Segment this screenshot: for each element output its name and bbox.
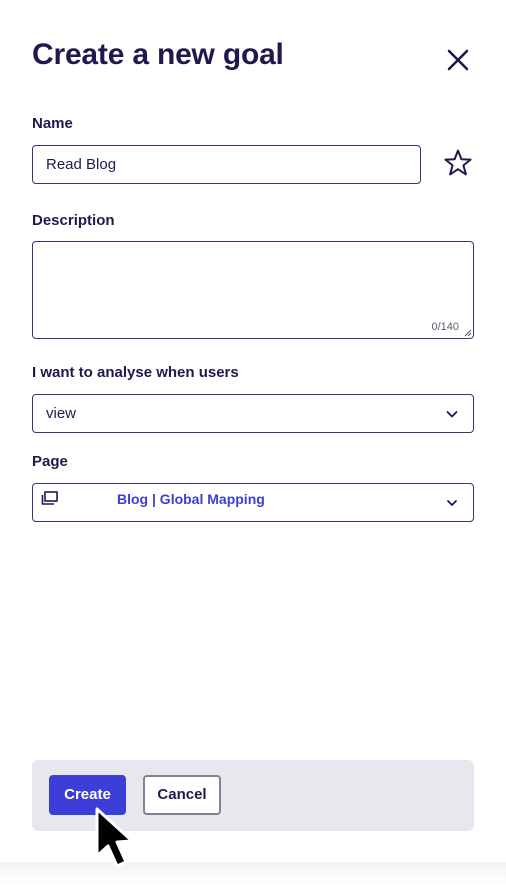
page-select[interactable]: Blog | Global Mapping bbox=[32, 483, 474, 522]
page-label: Page bbox=[32, 453, 68, 470]
page-copy-icon bbox=[41, 491, 58, 505]
star-icon bbox=[444, 149, 472, 176]
create-goal-panel: Create a new goal Name Read Blog Descrip… bbox=[0, 0, 506, 888]
analyse-label: I want to analyse when users bbox=[32, 364, 239, 381]
name-label: Name bbox=[32, 115, 73, 132]
favorite-button[interactable] bbox=[443, 148, 473, 178]
description-label: Description bbox=[32, 212, 115, 229]
page-value: Blog | Global Mapping bbox=[117, 491, 265, 507]
description-textarea[interactable]: 0/140 bbox=[32, 241, 474, 339]
cancel-button[interactable]: Cancel bbox=[143, 775, 221, 815]
dialog-title: Create a new goal bbox=[32, 38, 284, 71]
name-input[interactable]: Read Blog bbox=[32, 145, 421, 184]
chevron-down-icon bbox=[447, 500, 457, 506]
mouse-pointer-icon bbox=[95, 807, 134, 868]
event-type-select[interactable]: view bbox=[32, 394, 474, 433]
close-button[interactable] bbox=[444, 46, 472, 74]
chevron-down-icon bbox=[446, 411, 458, 418]
character-counter: 0/140 bbox=[431, 321, 459, 333]
panel-bottom-edge bbox=[0, 862, 506, 888]
resize-handle-icon[interactable] bbox=[463, 328, 472, 337]
close-icon bbox=[447, 49, 469, 71]
event-type-value: view bbox=[46, 405, 77, 422]
